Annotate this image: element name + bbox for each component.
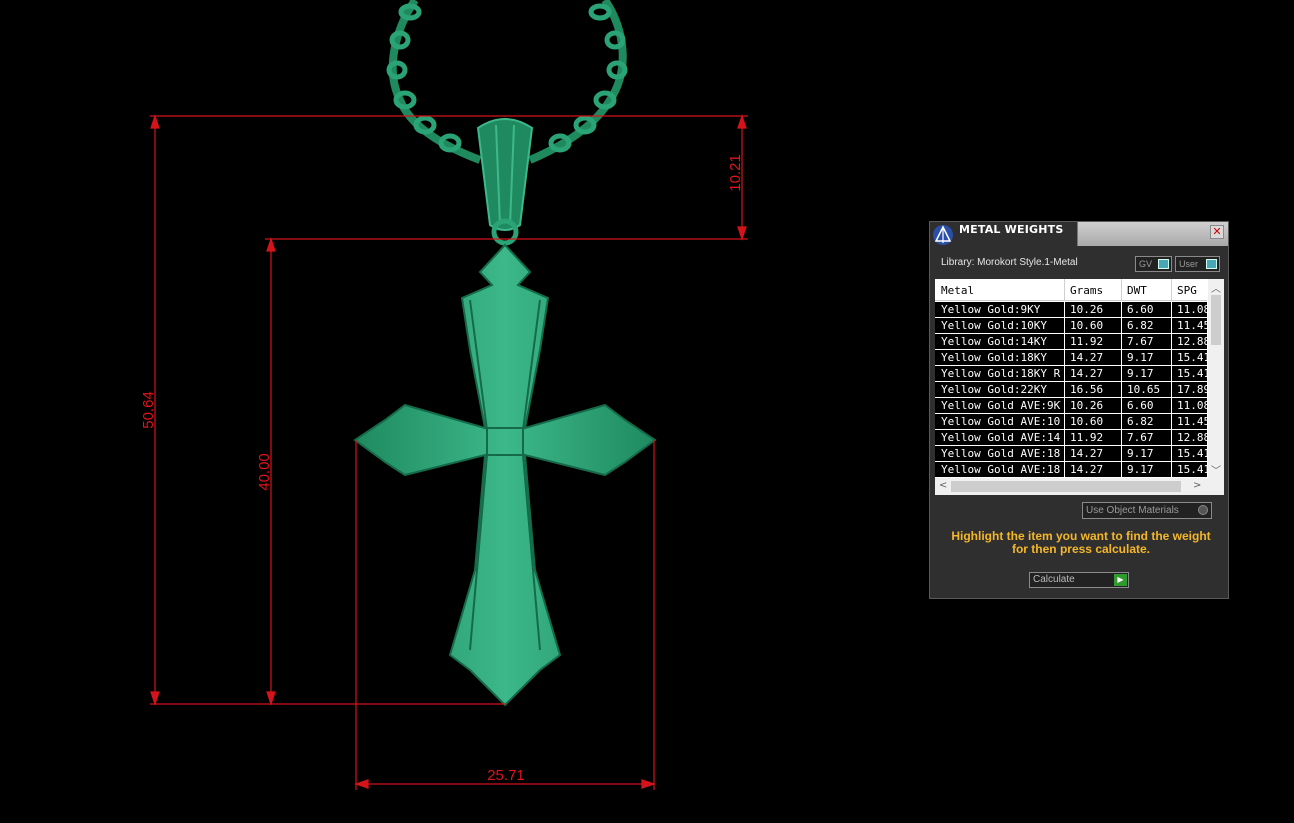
table-cell-dwt: 7.67 <box>1127 431 1154 444</box>
table-cell-dwt: 9.17 <box>1127 367 1154 380</box>
table-cell-dwt: 6.82 <box>1127 319 1154 332</box>
instruction-text: Highlight the item you want to find the … <box>951 529 1211 556</box>
table-cell-spg: 12.88 <box>1177 335 1207 348</box>
table-row[interactable]: Yellow Gold:14KY 11.92 7.67 12.88 <box>935 334 1207 350</box>
table-cell-grams: 11.92 <box>1070 335 1104 348</box>
table-row[interactable]: Yellow Gold AVE:18... 14.27 9.17 15.41 <box>935 462 1207 478</box>
table-cell-dwt: 6.82 <box>1127 415 1154 428</box>
dim-total-height: 50.64 <box>140 391 157 429</box>
table-cell-spg: 12.88 <box>1177 431 1207 444</box>
metal-table[interactable]: Metal Grams DWT SPG Yellow Gold:9KY 10.26… <box>935 279 1224 495</box>
table-cell-spg: 15.41 <box>1177 463 1207 476</box>
table-cell-metal: Yellow Gold:14KY <box>941 335 1047 348</box>
table-header: Metal Grams DWT SPG <box>935 279 1207 301</box>
toggle-switch-icon <box>1158 259 1169 269</box>
calculate-button[interactable]: Calculate ▶ <box>1029 572 1129 588</box>
table-cell-spg: 17.89 <box>1177 383 1207 396</box>
column-header-dwt[interactable]: DWT <box>1127 284 1147 297</box>
table-row[interactable]: Yellow Gold:10KY 10.60 6.82 11.45 <box>935 318 1207 334</box>
table-row[interactable]: Yellow Gold AVE:14KY 11.92 7.67 12.88 <box>935 430 1207 446</box>
table-cell-dwt: 6.60 <box>1127 399 1154 412</box>
cross-pendant <box>353 243 657 707</box>
table-cell-dwt: 6.60 <box>1127 303 1154 316</box>
vertical-scroll-thumb[interactable] <box>1211 295 1221 345</box>
play-arrow-icon: ▶ <box>1114 574 1127 586</box>
table-cell-grams: 14.27 <box>1070 447 1104 460</box>
table-cell-dwt: 9.17 <box>1127 463 1154 476</box>
table-cell-dwt: 9.17 <box>1127 351 1154 364</box>
use-object-materials-label: Use Object Materials <box>1086 505 1179 516</box>
table-cell-grams: 10.26 <box>1070 399 1104 412</box>
horizontal-scrollbar[interactable]: < > <box>935 478 1224 495</box>
table-row[interactable]: Yellow Gold AVE:10KY 10.60 6.82 11.45 <box>935 414 1207 430</box>
app-logo-icon <box>933 225 953 245</box>
column-header-spg[interactable]: SPG <box>1177 284 1197 297</box>
toggle-switch-icon <box>1206 259 1217 269</box>
table-cell-spg: 15.41 <box>1177 447 1207 460</box>
scroll-up-icon[interactable]: ︿ <box>1211 280 1221 295</box>
gv-toggle[interactable]: GV <box>1135 256 1172 272</box>
close-button[interactable]: ✕ <box>1210 225 1224 239</box>
metal-weights-panel: METAL WEIGHTS ✕ Library: Morokort Style.… <box>929 221 1229 599</box>
table-row[interactable]: Yellow Gold:18KY R... 14.27 9.17 15.41 <box>935 366 1207 382</box>
table-row[interactable]: Yellow Gold AVE:18KY 14.27 9.17 15.41 <box>935 446 1207 462</box>
vertical-scrollbar[interactable]: ︿ ﹀ <box>1208 279 1224 478</box>
close-icon: ✕ <box>1212 225 1222 238</box>
table-cell-spg: 11.08 <box>1177 399 1207 412</box>
radio-icon[interactable] <box>1198 505 1208 515</box>
table-cell-metal: Yellow Gold AVE:14KY <box>941 431 1061 444</box>
table-cell-grams: 14.27 <box>1070 351 1104 364</box>
table-cell-dwt: 7.67 <box>1127 335 1154 348</box>
library-label: Library: Morokort Style.1-Metal <box>941 257 1078 268</box>
table-cell-grams: 16.56 <box>1070 383 1104 396</box>
table-cell-metal: Yellow Gold:10KY <box>941 319 1047 332</box>
table-row[interactable]: Yellow Gold AVE:9KY 10.26 6.60 11.08 <box>935 398 1207 414</box>
user-toggle[interactable]: User <box>1175 256 1220 272</box>
table-row[interactable]: Yellow Gold:18KY 14.27 9.17 15.41 <box>935 350 1207 366</box>
dim-cross-height: 40.00 <box>256 453 273 491</box>
table-cell-dwt: 9.17 <box>1127 447 1154 460</box>
panel-title-tab: METAL WEIGHTS <box>930 222 1078 246</box>
table-cell-grams: 14.27 <box>1070 463 1104 476</box>
scroll-down-icon[interactable]: ﹀ <box>1211 462 1221 477</box>
table-body: Yellow Gold:9KY 10.26 6.60 11.08 Yellow Gold… <box>935 302 1207 478</box>
table-cell-metal: Yellow Gold AVE:18... <box>941 463 1061 476</box>
table-cell-metal: Yellow Gold AVE:18KY <box>941 447 1061 460</box>
table-cell-spg: 15.41 <box>1177 351 1207 364</box>
column-header-metal[interactable]: Metal <box>941 284 974 297</box>
table-cell-metal: Yellow Gold:18KY R... <box>941 367 1061 380</box>
scroll-left-icon[interactable]: < <box>939 480 947 491</box>
table-cell-dwt: 10.65 <box>1127 383 1161 396</box>
table-row[interactable]: Yellow Gold:9KY 10.26 6.60 11.08 <box>935 302 1207 318</box>
table-cell-metal: Yellow Gold AVE:10KY <box>941 415 1061 428</box>
table-cell-grams: 10.60 <box>1070 415 1104 428</box>
panel-title: METAL WEIGHTS <box>959 223 1064 236</box>
table-cell-metal: Yellow Gold:22KY <box>941 383 1047 396</box>
table-cell-spg: 11.08 <box>1177 303 1207 316</box>
table-cell-spg: 11.45 <box>1177 415 1207 428</box>
dim-bail-height: 10.21 <box>727 154 744 192</box>
table-cell-spg: 15.41 <box>1177 367 1207 380</box>
gv-toggle-label: GV <box>1139 259 1153 269</box>
table-cell-grams: 14.27 <box>1070 367 1104 380</box>
table-cell-metal: Yellow Gold:18KY <box>941 351 1047 364</box>
table-cell-metal: Yellow Gold:9KY <box>941 303 1041 316</box>
dim-width: 25.71 <box>487 767 525 784</box>
column-header-grams[interactable]: Grams <box>1070 284 1103 297</box>
bail <box>476 118 534 246</box>
horizontal-scroll-thumb[interactable] <box>951 481 1181 492</box>
table-cell-spg: 11.45 <box>1177 319 1207 332</box>
table-cell-grams: 10.26 <box>1070 303 1104 316</box>
table-cell-metal: Yellow Gold AVE:9KY <box>941 399 1061 412</box>
use-object-materials-option[interactable]: Use Object Materials <box>1082 502 1212 519</box>
calculate-label: Calculate <box>1033 574 1075 585</box>
panel-titlebar[interactable]: METAL WEIGHTS ✕ <box>930 222 1228 246</box>
scroll-right-icon[interactable]: > <box>1193 480 1201 491</box>
table-cell-grams: 10.60 <box>1070 319 1104 332</box>
user-toggle-label: User <box>1179 259 1199 269</box>
table-row[interactable]: Yellow Gold:22KY 16.56 10.65 17.89 <box>935 382 1207 398</box>
table-cell-grams: 11.92 <box>1070 431 1104 444</box>
